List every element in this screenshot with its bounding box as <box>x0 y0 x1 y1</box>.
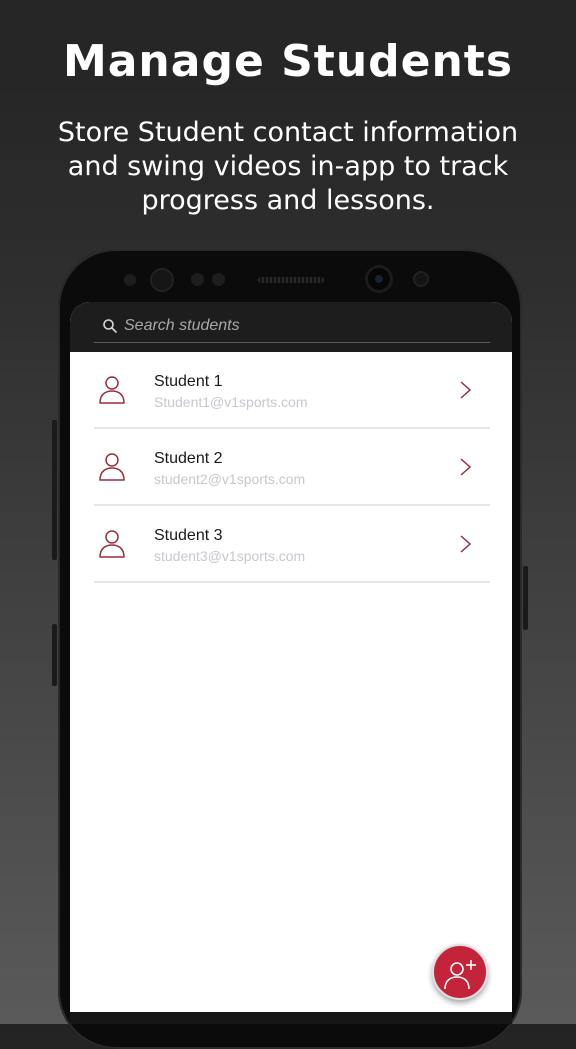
person-icon <box>99 530 125 558</box>
student-row[interactable]: Student 2 student2@v1sports.com <box>94 429 490 506</box>
student-email: student2@v1sports.com <box>154 471 306 487</box>
search-input[interactable] <box>124 314 464 338</box>
student-name: Student 1 <box>154 373 223 390</box>
phone-bixby-button <box>52 624 57 686</box>
phone-sensor <box>415 273 427 285</box>
phone-front-camera <box>368 268 390 290</box>
student-email: student3@v1sports.com <box>154 548 306 564</box>
person-icon <box>99 376 125 404</box>
app-header <box>70 302 512 352</box>
student-row[interactable]: Student 1 Student1@v1sports.com <box>94 352 490 429</box>
person-icon <box>99 453 125 481</box>
chevron-right-icon <box>460 381 472 399</box>
add-student-button[interactable] <box>432 944 488 1000</box>
student-name: Student 2 <box>154 450 223 467</box>
add-user-icon <box>444 960 476 990</box>
app-screen: Student 1 Student1@v1sports.com Student … <box>70 302 512 1024</box>
promo-headline: Manage Students <box>62 36 514 87</box>
chevron-right-icon <box>460 535 472 553</box>
phone-sensor <box>191 273 204 286</box>
phone-bottom-bezel <box>70 1012 512 1024</box>
phone-iris-sensor <box>152 270 172 290</box>
student-list: Student 1 Student1@v1sports.com Student … <box>94 352 490 583</box>
search-bar[interactable] <box>94 310 490 343</box>
student-email: Student1@v1sports.com <box>154 394 308 410</box>
promo-subheadline: Store Student contact information and sw… <box>57 117 519 216</box>
student-row[interactable]: Student 3 student3@v1sports.com <box>94 506 490 583</box>
search-icon <box>103 319 117 333</box>
student-name: Student 3 <box>154 527 223 544</box>
phone-power-button <box>523 566 528 630</box>
chevron-right-icon <box>460 458 472 476</box>
phone-speaker <box>258 277 324 283</box>
phone-sensor <box>124 274 136 286</box>
phone-volume-button <box>52 420 57 560</box>
phone-sensor <box>212 273 225 286</box>
